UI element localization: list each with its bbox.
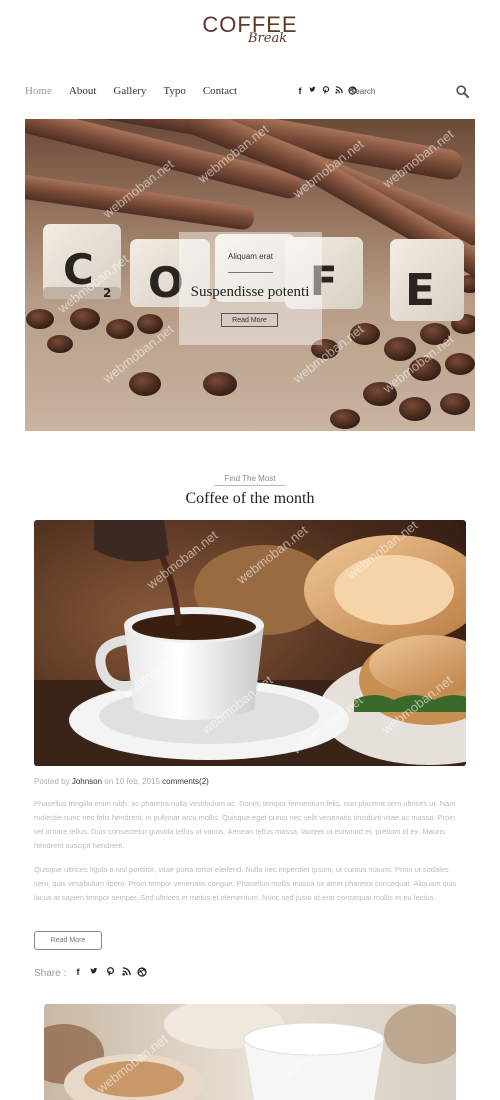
svg-text:E: E — [405, 265, 435, 316]
share-label: Share : — [34, 968, 67, 979]
twitter-icon[interactable] — [89, 967, 99, 979]
section-title: Coffee of the month — [185, 490, 315, 507]
post-comments-link[interactable]: comments(2) — [162, 777, 209, 786]
nav-gallery[interactable]: Gallery — [113, 85, 146, 97]
pinterest-icon[interactable] — [322, 86, 330, 97]
section-divider — [214, 485, 286, 486]
logo-subtitle: Break — [248, 31, 288, 46]
rss-icon[interactable] — [335, 86, 343, 97]
section-kicker: Find The Most — [224, 474, 276, 483]
header-social: f — [296, 86, 357, 97]
facebook-icon[interactable]: f — [296, 86, 304, 97]
hero-read-more-button[interactable]: Read More — [221, 313, 278, 327]
nav-home[interactable]: Home — [25, 85, 52, 97]
post-paragraph-1: Phasellus fringilla enim nibh, ac pharet… — [34, 799, 456, 850]
coffee-post-image[interactable]: webmoban.net webmoban.net webmoban.net w… — [34, 520, 466, 766]
posted-by-label: Posted by — [34, 777, 70, 786]
post-date: on 10 feb, 2015 — [104, 777, 160, 786]
main-nav: Home About Gallery Typo Contact — [25, 85, 254, 97]
search-icon[interactable] — [456, 85, 469, 103]
facebook-icon[interactable]: f — [73, 967, 83, 979]
post-meta: Posted by Johnson on 10 feb, 2015 commen… — [34, 777, 209, 786]
hero-title: Suspendisse potenti — [190, 284, 310, 300]
hero-tag-text: Aliquam erat — [228, 252, 273, 261]
hero-tag: Aliquam erat — [179, 252, 322, 262]
search-input[interactable] — [350, 84, 440, 98]
post-paragraph-2: Quisque ultrices ligula a nisl porttitor… — [34, 865, 457, 902]
svg-text:2: 2 — [103, 286, 111, 300]
twitter-icon[interactable] — [309, 86, 317, 97]
hero-divider — [228, 272, 273, 273]
share-icons: f — [73, 967, 147, 979]
pinterest-icon[interactable] — [105, 967, 115, 979]
second-post-image[interactable]: webmoban.net webmoban.net — [44, 1004, 456, 1100]
rss-icon[interactable] — [121, 967, 131, 979]
nav-typo[interactable]: Typo — [163, 85, 185, 97]
post-author[interactable]: Johnson — [72, 777, 102, 786]
nav-contact[interactable]: Contact — [203, 85, 237, 97]
dribbble-icon[interactable] — [137, 967, 147, 979]
nav-about[interactable]: About — [69, 85, 97, 97]
post-read-more-button[interactable]: Read More — [34, 931, 102, 950]
